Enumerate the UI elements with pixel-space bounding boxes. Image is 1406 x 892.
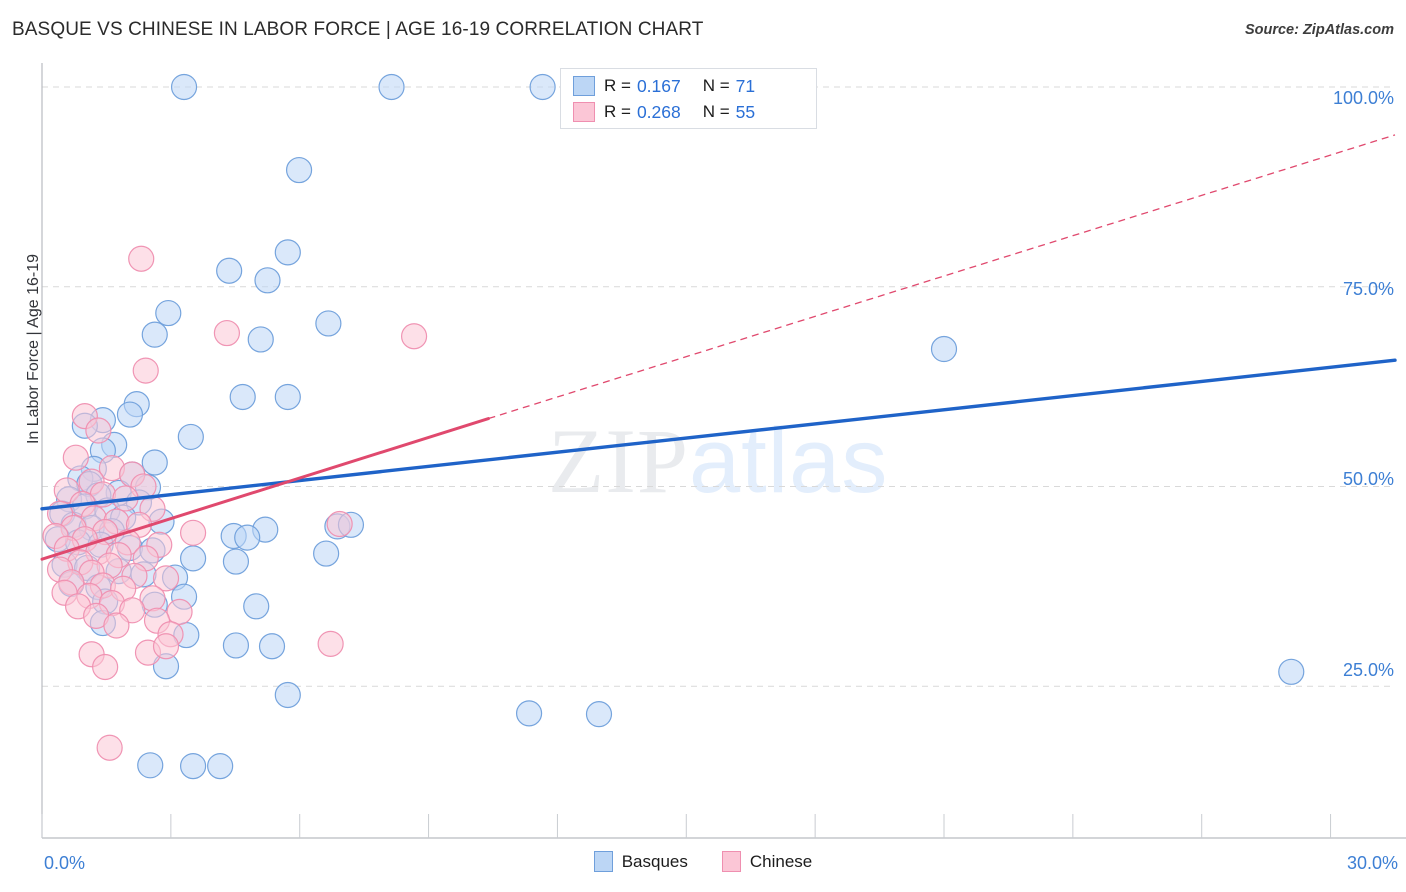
legend-swatch-chinese — [721, 851, 741, 872]
stats-r-label-basques: R = — [604, 76, 631, 95]
y-tick-label-3: 25.0% — [1342, 660, 1394, 680]
y-tick-label-2: 50.0% — [1342, 469, 1394, 489]
stats-row-basques: R = 0.167 N = 71 — [573, 73, 755, 99]
data-point — [315, 310, 342, 337]
legend-item-basques[interactable]: Basques — [593, 851, 688, 872]
stats-n-value-basques: 71 — [735, 75, 756, 96]
data-point — [177, 423, 204, 451]
data-point — [213, 319, 241, 347]
data-point — [930, 335, 958, 363]
data-point — [1278, 658, 1305, 685]
data-point — [317, 630, 344, 657]
stats-n-label-basques: N = — [702, 76, 730, 95]
data-point — [247, 326, 274, 353]
plot-area — [40, 63, 1406, 839]
data-point — [85, 417, 112, 444]
data-point — [529, 73, 556, 101]
data-point — [274, 383, 301, 411]
data-point — [222, 548, 250, 575]
data-point — [274, 681, 301, 709]
data-point — [152, 633, 180, 660]
data-point — [132, 357, 159, 384]
data-point — [207, 752, 234, 780]
data-point — [137, 752, 164, 779]
legend-label-chinese: Chinese — [749, 851, 813, 871]
data-point — [179, 752, 207, 780]
legend-swatch-basques — [593, 851, 613, 872]
data-point — [274, 239, 301, 266]
data-point — [141, 449, 168, 476]
data-point — [141, 321, 168, 348]
data-point — [170, 73, 198, 101]
data-point — [326, 510, 353, 538]
data-point — [515, 700, 543, 727]
data-point — [92, 653, 119, 681]
data-point — [258, 633, 286, 660]
chart-legend: Basques Chinese — [0, 851, 1406, 872]
data-point — [243, 593, 270, 620]
data-point — [62, 444, 89, 471]
data-point — [103, 612, 130, 639]
stats-r-value-basques: 0.167 — [636, 75, 681, 96]
data-point — [166, 598, 193, 625]
stats-row-chinese: R = 0.268 N = 55 — [573, 99, 755, 125]
data-point — [378, 73, 405, 101]
data-point — [234, 524, 261, 551]
data-point — [400, 323, 428, 350]
y-tick-label-0: 100.0% — [1332, 88, 1394, 108]
data-point — [216, 257, 243, 284]
stats-swatch-basques — [573, 76, 595, 96]
data-point — [179, 519, 207, 546]
legend-label-basques: Basques — [621, 851, 688, 871]
y-tick-label-1: 75.0% — [1342, 279, 1394, 299]
data-point — [222, 632, 250, 659]
data-point — [285, 156, 313, 184]
data-point — [585, 701, 613, 728]
correlation-stats-box: R = 0.167 N = 71 R = 0.268 N = 55 — [560, 68, 817, 129]
series-basques — [44, 73, 1305, 780]
data-point — [179, 545, 207, 572]
data-point — [96, 734, 123, 761]
data-point — [155, 299, 182, 327]
stats-r-value-chinese: 0.268 — [636, 101, 681, 122]
stats-r-label-chinese: R = — [604, 102, 631, 121]
data-point — [116, 401, 144, 428]
data-point — [229, 383, 256, 411]
data-point — [313, 540, 340, 567]
stats-n-value-chinese: 55 — [735, 101, 756, 122]
correlation-chart: BASQUE VS CHINESE IN LABOR FORCE | AGE 1… — [0, 0, 1406, 892]
data-point — [254, 267, 281, 294]
stats-swatch-chinese — [573, 102, 595, 122]
data-point — [128, 245, 155, 272]
stats-n-label-chinese: N = — [702, 102, 730, 121]
legend-item-chinese[interactable]: Chinese — [721, 851, 813, 872]
